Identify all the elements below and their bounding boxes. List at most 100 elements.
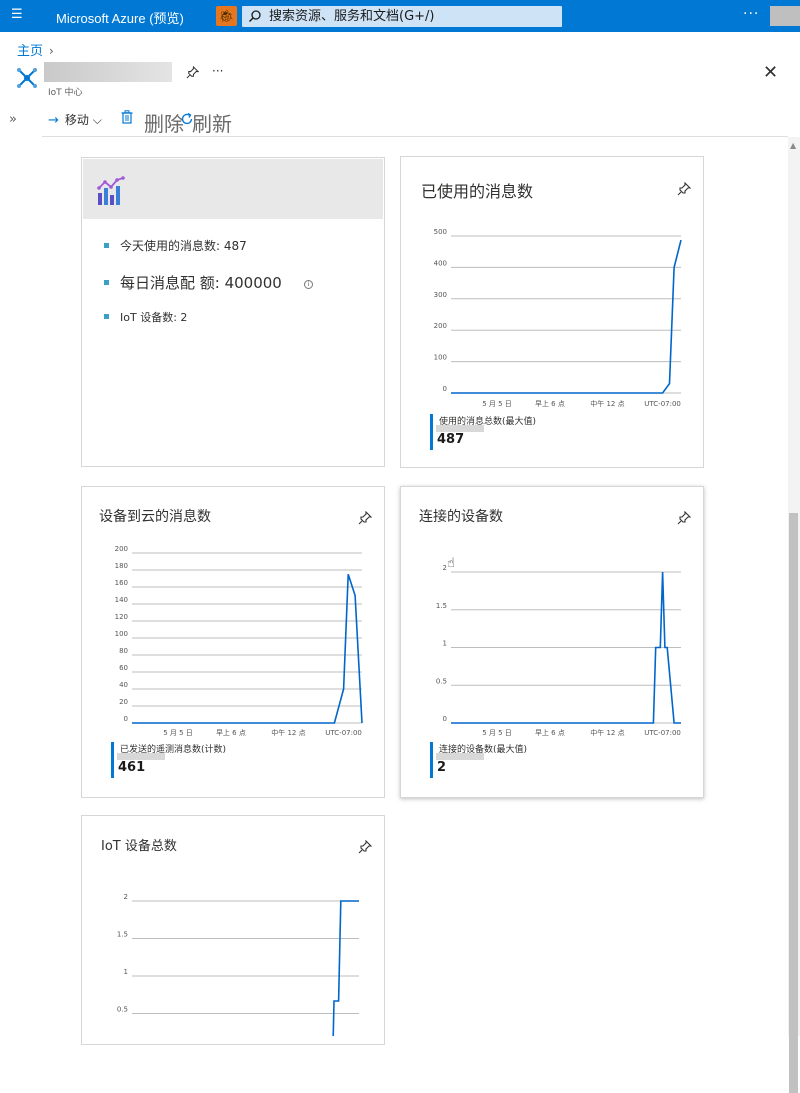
- x-tick-label: 早上 6 点: [535, 399, 565, 408]
- info-icon[interactable]: i: [303, 280, 313, 289]
- y-tick-label: 0.5: [436, 677, 447, 685]
- y-tick-label: 0: [443, 715, 447, 723]
- search-placeholder: 搜索资源、服务和文档(G+/): [269, 9, 435, 24]
- refresh-button[interactable]: 刷新: [192, 108, 232, 137]
- list-item: 今天使用的消息数: 487: [104, 237, 313, 254]
- x-tick-label: UTC-07:00: [644, 729, 681, 737]
- x-tick-label: UTC-07:00: [325, 729, 362, 737]
- messages-used-tile[interactable]: 已使用的消息数 500 400 300 200 100 0 5 月 5 日 早上 6 点 中午 …: [400, 156, 704, 468]
- y-tick-label: 180: [115, 562, 128, 570]
- usage-info-tile: 今天使用的消息数: 487 每日消息配 额: 400000 i IoT 设备数: …: [81, 157, 385, 467]
- y-tick-label: 140: [115, 596, 128, 604]
- scrollbar[interactable]: ▲: [788, 137, 800, 1093]
- x-tick-label: 5 月 5 日: [482, 729, 512, 737]
- y-tick-label: 200: [434, 322, 447, 330]
- list-item: IoT 设备数: 2: [104, 309, 313, 325]
- y-tick-label: 0: [443, 385, 447, 393]
- d2c-messages-tile[interactable]: 设备到云的消息数 200 180 160 140 120 100 80 60 40 20 0 5 月 …: [81, 486, 385, 798]
- scrollbar-thumb[interactable]: [789, 513, 798, 1093]
- d2c-messages-chart[interactable]: 2001801601401201008060402005 月 5 日早上 6 点…: [102, 542, 372, 742]
- series-line: [451, 239, 682, 394]
- avatar[interactable]: [770, 6, 800, 26]
- connected-devices-chart[interactable]: 21.510.505 月 5 日早上 6 点中午 12 点 UTC-07:00: [421, 542, 691, 742]
- arrow-right-icon: →: [48, 113, 59, 128]
- breadcrumb: 主页 ›: [17, 40, 54, 59]
- resource-type: IoT 中心: [48, 88, 83, 98]
- y-tick-label: 20: [119, 698, 128, 706]
- legend-value: 487: [437, 432, 465, 447]
- connected-devices-tile[interactable]: 连接的设备数 2 1.5 1 0.5 0 5 月 5 日 早上 6 点 中午 12 点 UTC-…: [400, 486, 704, 798]
- tile-title: 设备到云的消息数: [99, 509, 211, 525]
- legend-value: 461: [118, 760, 146, 775]
- pin-icon[interactable]: [358, 840, 372, 854]
- y-tick-label: 120: [115, 613, 128, 621]
- y-tick-label: 1: [443, 640, 447, 648]
- device-count: IoT 设备数: 2: [120, 311, 188, 324]
- y-tick-label: 200: [115, 545, 128, 553]
- search-icon: [249, 10, 261, 22]
- chevron-down-icon: ⌵: [92, 113, 102, 127]
- legend-color-bar: [111, 742, 114, 778]
- y-tick-label: 100: [115, 630, 128, 638]
- daily-quota: 每日消息配 额: 400000: [120, 274, 282, 292]
- y-tick-label: 0: [124, 715, 128, 723]
- legend-resource-redacted: [436, 753, 484, 760]
- hamburger-icon[interactable]: ☰: [11, 7, 23, 22]
- y-tick-label: 1.5: [436, 602, 447, 610]
- x-tick-label: 中午 12 点: [590, 728, 624, 737]
- metrics-chart-icon: [97, 176, 125, 205]
- series-line: [332, 900, 359, 1036]
- y-tick-label: 500: [434, 228, 447, 236]
- legend-color-bar: [430, 414, 433, 450]
- y-tick-label: 80: [119, 647, 128, 655]
- pin-icon[interactable]: [677, 511, 691, 525]
- delete-button[interactable]: 删除: [144, 108, 184, 137]
- breadcrumb-home[interactable]: 主页: [17, 44, 43, 59]
- scroll-up-icon[interactable]: ▲: [790, 141, 796, 150]
- x-tick-label: 5 月 5 日: [482, 400, 512, 408]
- legend-color-bar: [430, 742, 433, 778]
- y-tick-label: 40: [119, 681, 128, 689]
- y-tick-label: 100: [434, 354, 447, 362]
- more-options-icon[interactable]: ···: [212, 64, 223, 78]
- expand-menu-icon[interactable]: »: [9, 112, 17, 127]
- tile-header: [83, 159, 383, 219]
- x-tick-label: 早上 6 点: [535, 728, 565, 737]
- messages-today: 今天使用的消息数: 487: [120, 239, 247, 253]
- x-tick-label: UTC-07:00: [644, 400, 681, 408]
- pin-icon[interactable]: [677, 182, 691, 196]
- x-tick-label: 中午 12 点: [271, 728, 305, 737]
- y-tick-label: 0.5: [117, 1006, 128, 1014]
- divider: [42, 136, 788, 137]
- legend-resource-redacted: [436, 425, 484, 432]
- y-tick-label: 1: [124, 968, 128, 976]
- pin-icon[interactable]: [358, 511, 372, 525]
- y-tick-label: 1.5: [117, 931, 128, 939]
- top-bar: ☰ Microsoft Azure (预览) 🐞︎ 搜索资源、服务和文档(G+/…: [0, 0, 800, 32]
- hand-cursor-icon: ☝: [447, 556, 455, 571]
- trash-icon[interactable]: [121, 110, 133, 124]
- y-tick-label: 300: [434, 291, 447, 299]
- total-devices-tile[interactable]: IoT 设备总数 2 1.5 1 0.5: [81, 815, 385, 1045]
- move-button[interactable]: → 移动 ⌵: [48, 111, 102, 128]
- total-devices-chart[interactable]: 2 1.5 1 0.5: [102, 886, 372, 1036]
- tile-title: 连接的设备数: [419, 509, 503, 525]
- messages-used-chart[interactable]: 500 400 300 200 100 0 5 月 5 日 早上 6 点 中午 12 点 UTC-…: [421, 227, 691, 412]
- pin-icon[interactable]: [186, 66, 199, 79]
- tile-title: IoT 设备总数: [101, 839, 177, 854]
- tile-title: 已使用的消息数: [421, 182, 534, 201]
- bug-icon[interactable]: 🐞︎: [216, 6, 237, 26]
- iot-hub-icon: [17, 68, 37, 88]
- close-icon[interactable]: ✕: [763, 64, 778, 82]
- x-tick-label: 中午 12 点: [590, 399, 624, 408]
- y-tick-label: 400: [434, 259, 447, 267]
- legend-resource-redacted: [117, 753, 165, 760]
- more-icon[interactable]: ···: [743, 6, 759, 22]
- series-line: [132, 574, 363, 724]
- chevron-right-icon: ›: [49, 44, 54, 58]
- y-tick-label: 60: [119, 664, 128, 672]
- search-input[interactable]: 搜索资源、服务和文档(G+/): [242, 6, 562, 27]
- list-item: 每日消息配 额: 400000 i: [104, 272, 313, 293]
- x-tick-label: 5 月 5 日: [163, 729, 193, 737]
- brand-title[interactable]: Microsoft Azure (预览): [56, 8, 184, 27]
